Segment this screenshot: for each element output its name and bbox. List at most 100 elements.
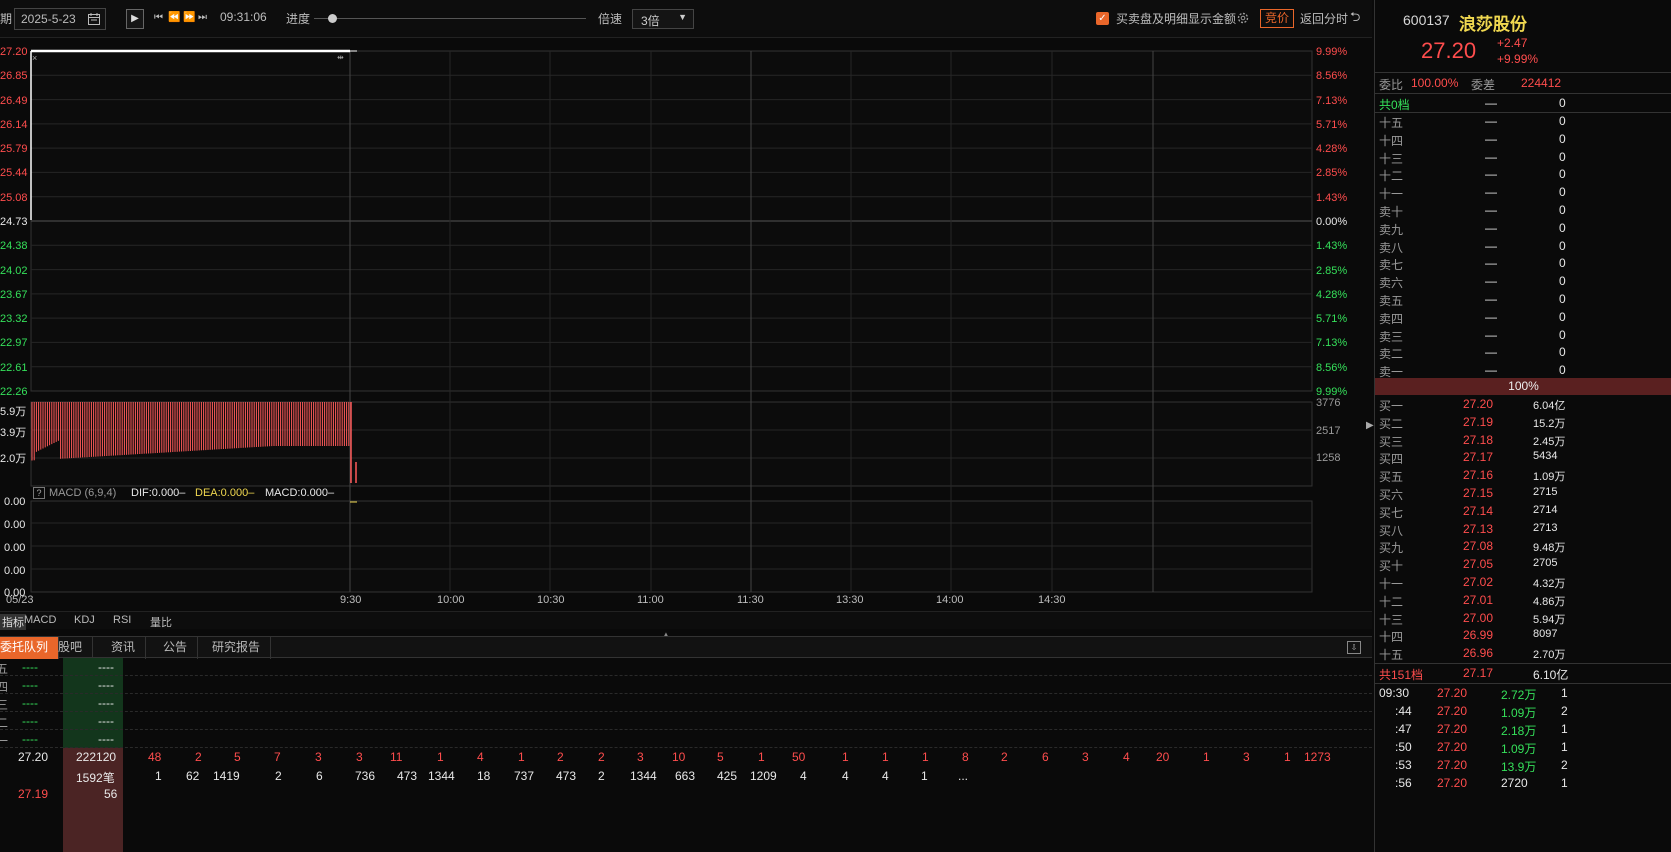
indicator-tabs: 指标 MACD KDJ RSI 量比 xyxy=(0,611,1372,630)
buy-level-row: 买二 27.19 15.2万 xyxy=(1379,414,1669,432)
jump-end-icon[interactable]: ⏭ xyxy=(198,12,207,23)
buy-level-price: 27.00 xyxy=(1463,610,1494,625)
calendar-icon[interactable] xyxy=(87,12,101,26)
buy-level-label: 买一 xyxy=(1379,399,1404,413)
queue-row-label: 四 xyxy=(0,680,9,694)
buy-level-volume: 6.04亿 xyxy=(1533,400,1566,412)
sell-level-price: — xyxy=(1485,256,1497,271)
queue-order-size: 736 xyxy=(355,769,376,783)
percent-tick: 5.71% xyxy=(1316,313,1348,326)
queue-order-size: 663 xyxy=(675,769,696,783)
queue-sell-row: 四 ---- ---- xyxy=(0,676,1372,694)
sell-level-price: — xyxy=(1485,345,1497,360)
tab-announcements[interactable]: 公告 xyxy=(153,637,199,659)
buy-level-volume: 8097 xyxy=(1533,628,1558,641)
tab-kdj[interactable]: KDJ xyxy=(74,614,95,626)
macd-dif: DIF:0.000– xyxy=(131,487,186,499)
queue-order-size: 1 xyxy=(518,750,525,764)
percent-tick: 7.13% xyxy=(1316,337,1348,350)
bid-button[interactable]: 竞价 xyxy=(1260,9,1294,28)
queue-order-size: 3 xyxy=(637,750,644,764)
queue-order-size: 737 xyxy=(514,769,535,783)
queue-order-size: 50 xyxy=(792,750,806,764)
tick-time: :53 xyxy=(1395,758,1412,772)
tab-volume-ratio[interactable]: 量比 xyxy=(150,614,172,630)
buy-level-price: 27.08 xyxy=(1463,539,1494,554)
sell-total-row: 共0档 — 0 xyxy=(1379,95,1669,113)
price-tick: 26.49 xyxy=(0,94,28,107)
download-icon[interactable]: ⇩ xyxy=(1347,641,1361,654)
volume-tick-right: 1258 xyxy=(1316,452,1341,464)
progress-handle[interactable] xyxy=(328,14,337,23)
queue-order-size: 1 xyxy=(437,750,444,764)
play-button[interactable]: ▶ xyxy=(126,9,144,29)
tab-research-reports[interactable]: 研究报告 xyxy=(202,637,272,659)
panel-toggle-icon[interactable]: ▶ xyxy=(1366,420,1374,431)
jump-start-icon[interactable]: ⏮ xyxy=(154,12,163,23)
sell-level-label: 卖七 xyxy=(1379,258,1404,273)
show-amount-checkbox[interactable]: ✓ xyxy=(1096,12,1109,25)
buy-level-price: 27.17 xyxy=(1463,450,1494,465)
queue-row-volume: ---- xyxy=(98,678,114,692)
tick-count: 1 xyxy=(1561,722,1568,736)
buy-total-price: 27.17 xyxy=(1463,666,1494,680)
percent-tick: 5.71% xyxy=(1316,118,1348,131)
stock-name: 浪莎股份 xyxy=(1459,15,1527,34)
buy-level-volume: 2.70万 xyxy=(1533,649,1566,662)
speed-select[interactable]: 3倍 ▼ xyxy=(632,9,694,29)
rewind-icon[interactable]: ⏪ xyxy=(168,12,180,23)
queue-order-size: ... xyxy=(958,769,969,783)
tab-stock-forum[interactable]: 股吧 xyxy=(48,637,94,659)
queue-buy1-volume: 222120 xyxy=(76,750,117,764)
queue-order-size: 2 xyxy=(557,750,564,764)
undo-icon[interactable]: ⮌ xyxy=(1350,8,1360,30)
tab-rsi[interactable]: RSI xyxy=(113,614,131,626)
buy-level-volume: 2714 xyxy=(1533,503,1558,516)
tick-time: :56 xyxy=(1395,776,1412,790)
fast-forward-icon[interactable]: ⏩ xyxy=(183,12,195,23)
show-amount-label: 买卖盘及明细显示金额 xyxy=(1116,12,1237,26)
help-icon[interactable]: ? xyxy=(33,487,45,499)
volume-tick-left: 3.9万 xyxy=(0,427,27,439)
sell-level-label: 卖九 xyxy=(1379,222,1404,237)
tab-macd[interactable]: MACD xyxy=(24,614,56,626)
stock-change: +2.47 xyxy=(1497,36,1528,50)
back-to-timeshare-link[interactable]: 返回分时 xyxy=(1300,10,1348,27)
progress-slider[interactable] xyxy=(314,18,586,19)
chart-canvas[interactable] xyxy=(0,40,1372,610)
tab-indicator[interactable]: 指标 xyxy=(0,614,26,630)
sell-level-row: 卖七 — 0 xyxy=(1379,255,1669,273)
queue-row-volume: ---- xyxy=(98,714,114,728)
queue-order-size: 18 xyxy=(477,769,491,783)
sell-level-price: — xyxy=(1485,131,1497,146)
expand-icon[interactable]: ⇹ xyxy=(337,53,344,62)
tick-price: 27.20 xyxy=(1437,704,1468,718)
tick-price: 27.20 xyxy=(1437,758,1468,772)
buy-level-price: 27.05 xyxy=(1463,557,1494,572)
tick-amount: 2.18万 xyxy=(1501,724,1537,738)
macd-header: ? MACD (6,9,4) DIF:0.000– DEA:0.000– MAC… xyxy=(31,486,1312,501)
buy-level-volume: 2.45万 xyxy=(1533,435,1566,448)
sell-level-price: — xyxy=(1485,274,1497,289)
buy-level-label: 十一 xyxy=(1379,577,1404,591)
sell-level-row: 十一 — 0 xyxy=(1379,184,1669,202)
queue-sell-row: 五 ---- ---- xyxy=(0,658,1372,676)
buy-level-label: 买五 xyxy=(1379,470,1404,485)
price-tick: 27.20 xyxy=(0,46,28,58)
app-root: 期 2025-5-23 ▶ ⏮ ⏪ ⏩ ⏭ 09:31:06 进度 倍速 3倍 … xyxy=(0,0,1671,852)
buy-level-row: 买一 27.20 6.04亿 xyxy=(1379,396,1669,414)
volume-tick-left: 5.9万 xyxy=(0,406,27,418)
sell-level-row: 十五 — 0 xyxy=(1379,113,1669,131)
time-tick: 05/23 xyxy=(6,594,34,606)
settings-gear-icon[interactable] xyxy=(1236,11,1250,25)
close-chart-icon[interactable]: × xyxy=(32,53,37,63)
sell-level-volume: 0 xyxy=(1559,203,1566,217)
queue-row-label: 五 xyxy=(0,662,9,676)
queue-order-size: 1 xyxy=(1203,750,1210,764)
tab-news[interactable]: 资讯 xyxy=(101,637,147,659)
date-picker[interactable]: 2025-5-23 xyxy=(14,8,106,30)
queue-order-size: 10 xyxy=(672,750,686,764)
divider xyxy=(1375,663,1671,664)
buy-level-volume: 5.94万 xyxy=(1533,613,1566,626)
buy-level-row: 买五 27.16 1.09万 xyxy=(1379,467,1669,485)
